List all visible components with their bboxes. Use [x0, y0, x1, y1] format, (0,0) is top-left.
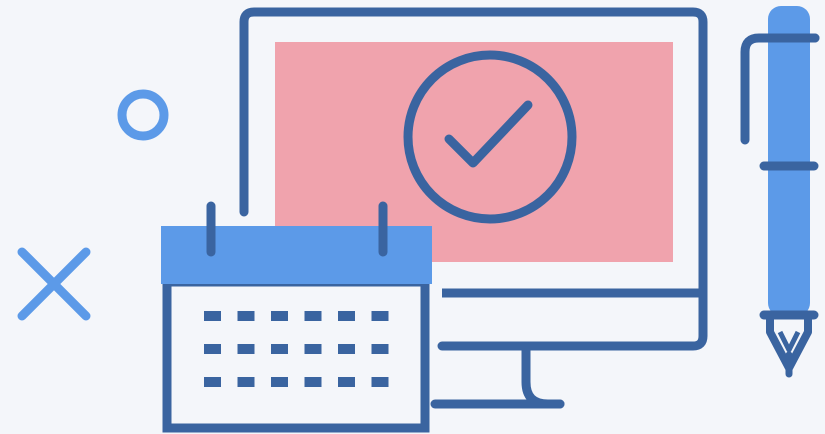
pen-nib-tip: [777, 330, 801, 353]
illustration: [17, 6, 820, 433]
calendar-body: [162, 277, 430, 433]
calendar-header: [161, 226, 432, 284]
calendar-day: [304, 344, 322, 354]
calendar-day: [204, 311, 221, 321]
calendar-day: [204, 377, 221, 387]
calendar-day: [371, 344, 389, 354]
circle-decoration-icon: [117, 89, 169, 141]
calendar-day: [371, 311, 389, 321]
pen-icon: [740, 6, 820, 378]
calendar-day: [338, 377, 355, 387]
calendar-day: [237, 311, 255, 321]
calendar-day: [271, 344, 288, 354]
calendar-day: [237, 344, 255, 354]
calendar-day: [338, 344, 355, 354]
pen-barrel: [768, 6, 810, 316]
calendar-day: [304, 311, 322, 321]
calendar-day: [271, 377, 288, 387]
calendar-day: [204, 344, 221, 354]
monitor-stand: [521, 341, 565, 409]
calendar-icon: [161, 201, 432, 433]
calendar-day: [338, 311, 355, 321]
x-decoration-icon: [17, 247, 91, 321]
calendar-day: [237, 377, 255, 387]
calendar-day: [371, 377, 389, 387]
calendar-day: [271, 311, 288, 321]
illustration-canvas: [0, 0, 825, 434]
calendar-day: [304, 377, 322, 387]
